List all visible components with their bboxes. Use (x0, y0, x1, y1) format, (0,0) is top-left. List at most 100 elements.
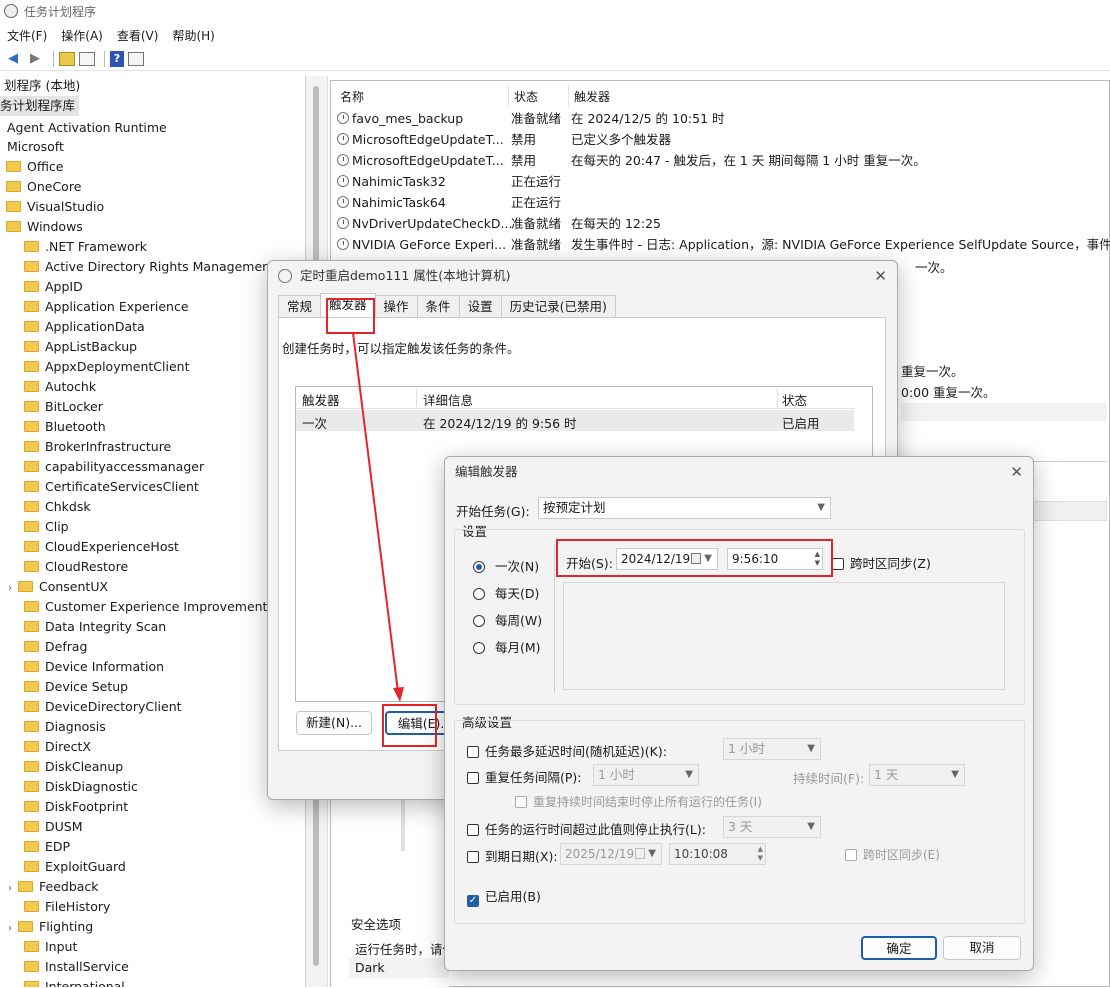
tree-folder[interactable]: FileHistory (24, 897, 110, 917)
status-column-header[interactable]: 状态 (782, 390, 807, 409)
tree-folder[interactable]: DiskFootprint (24, 797, 128, 817)
tree-folder[interactable]: BitLocker (24, 397, 103, 417)
new-trigger-button[interactable]: 新建(N)... (296, 711, 372, 735)
column-status-header[interactable]: 状态 (514, 87, 538, 107)
tree-folder[interactable]: DUSM (24, 817, 83, 837)
radio-once[interactable]: 一次(N) (473, 556, 539, 575)
enabled-checkbox[interactable]: ✓ 已启用(B) (467, 886, 541, 907)
delay-checkbox[interactable]: 任务最多延迟时间(随机延迟)(K): (467, 741, 667, 760)
menu-view[interactable]: 查看(V) (110, 27, 166, 44)
close-icon[interactable]: ✕ (1010, 463, 1023, 481)
expire-checkbox[interactable]: 到期日期(X): (467, 846, 558, 865)
tab-history[interactable]: 历史记录(已禁用) (500, 295, 616, 317)
tree-folder[interactable]: AppxDeploymentClient (24, 357, 189, 377)
tree-folder[interactable]: Bluetooth (24, 417, 106, 437)
stop-all-checkbox[interactable]: 重复持续时间结束时停止所有运行的任务(I) (515, 793, 762, 810)
spinner-icon[interactable]: ▲ ▼ (758, 845, 763, 863)
tree-folder[interactable]: Device Information (24, 657, 164, 677)
chevron-right-icon[interactable]: › (8, 919, 18, 939)
task-row[interactable]: NvDriverUpdateCheckD... 准备就绪 在每天的 12:25 (337, 213, 1107, 234)
tree-folder[interactable]: Diagnosis (24, 717, 106, 737)
tree-folder[interactable]: Application Experience (24, 297, 189, 317)
menu-action[interactable]: 操作(A) (54, 27, 110, 44)
chevron-right-icon[interactable]: › (8, 579, 18, 599)
detail-column-header[interactable]: 详细信息 (423, 390, 473, 409)
expire-time-input[interactable]: 10:10:08 ▲ ▼ (669, 843, 766, 865)
tree-folder[interactable]: Data Integrity Scan (24, 617, 166, 637)
tab-general[interactable]: 常规 (278, 295, 322, 317)
start-task-select[interactable]: 按预定计划 ▼ (538, 497, 831, 519)
stop-if-checkbox[interactable]: 任务的运行时间超过此值则停止执行(L): (467, 819, 706, 838)
tree-folder[interactable]: AppListBackup (24, 337, 137, 357)
tree-folder[interactable]: Input (24, 937, 77, 957)
chevron-right-icon[interactable]: › (8, 879, 18, 899)
tree-folder[interactable]: EDP (24, 837, 70, 857)
close-icon[interactable]: ✕ (874, 267, 887, 285)
radio-weekly[interactable]: 每周(W) (473, 610, 542, 629)
tree-folder[interactable]: DiskDiagnostic (24, 777, 138, 797)
tree-folder[interactable]: BrokerInfrastructure (24, 437, 171, 457)
help-icon[interactable]: ? (110, 50, 124, 67)
tree-item[interactable]: Agent Activation Runtime (7, 118, 167, 138)
tree-folder[interactable]: Defrag (24, 637, 87, 657)
tree-folder[interactable]: VisualStudio (6, 197, 104, 217)
tree-folder[interactable]: CloudRestore (24, 557, 128, 577)
tree-folder[interactable]: AppID (24, 277, 83, 297)
task-row[interactable]: NahimicTask32 正在运行 (337, 171, 1107, 192)
radio-monthly[interactable]: 每月(M) (473, 637, 541, 656)
column-name-header[interactable]: 名称 (340, 87, 364, 107)
tree-folder[interactable]: CertificateServicesClient (24, 477, 199, 497)
show-hide-tree-icon[interactable] (79, 51, 95, 66)
repeat-interval-select[interactable]: 1 小时 ▼ (593, 764, 699, 786)
tree-folder[interactable]: › Feedback (8, 877, 99, 897)
up-folder-icon[interactable] (59, 51, 75, 66)
tree-folder[interactable]: .NET Framework (24, 237, 147, 257)
tree-folder[interactable]: › Flighting (8, 917, 93, 937)
trigger-column-header[interactable]: 触发器 (302, 390, 340, 409)
tree-folder[interactable]: OneCore (6, 177, 81, 197)
tree-folder[interactable]: DeviceDirectoryClient (24, 697, 182, 717)
tree-folder[interactable]: Autochk (24, 377, 96, 397)
tree-folder[interactable]: ApplicationData (24, 317, 145, 337)
sync-timezone-checkbox[interactable]: 跨时区同步(Z) (832, 553, 931, 572)
radio-daily[interactable]: 每天(D) (473, 583, 539, 602)
tree-folder[interactable]: InstallService (24, 957, 129, 977)
tree-item[interactable]: Microsoft (7, 137, 64, 157)
duration-select[interactable]: 1 天 ▼ (869, 764, 965, 786)
repeat-checkbox[interactable]: 重复任务间隔(P): (467, 767, 582, 786)
back-icon[interactable]: ◀ (4, 50, 22, 68)
ok-button[interactable]: 确定 (861, 936, 937, 960)
task-row[interactable]: NVIDIA GeForce Experi... 准备就绪 发生事件时 - 日志: … (337, 234, 1110, 255)
tab-actions[interactable]: 操作 (374, 295, 418, 317)
tree-folder[interactable]: Customer Experience Improvement Pro (24, 597, 291, 617)
tree-folder[interactable]: capabilityaccessmanager (24, 457, 204, 477)
tree-folder[interactable]: › ConsentUX (8, 577, 108, 597)
task-row[interactable]: MicrosoftEdgeUpdateT... 禁用 在每天的 20:47 - 触发… (337, 150, 1107, 171)
tab-settings[interactable]: 设置 (458, 295, 502, 317)
task-row[interactable]: NahimicTask64 正在运行 (337, 192, 1107, 213)
tree-folder[interactable]: DirectX (24, 737, 91, 757)
forward-icon[interactable]: ▶ (26, 50, 44, 68)
tree-folder[interactable]: DiskCleanup (24, 757, 123, 777)
tree-folder[interactable]: International (24, 977, 125, 987)
column-trigger-header[interactable]: 触发器 (574, 87, 610, 107)
tree-folder[interactable]: Device Setup (24, 677, 128, 697)
tree-folder[interactable]: Active Directory Rights Management S (24, 257, 287, 277)
task-row[interactable]: favo_mes_backup 准备就绪在 2024/12/5 的 10:51 时 (337, 108, 1107, 129)
tree-library[interactable]: 务计划程序库 (0, 96, 80, 116)
expire-sync-checkbox[interactable]: 跨时区同步(E) (845, 846, 940, 863)
trigger-row[interactable]: 一次 在 2024/12/19 的 9:56 时 已启用 (296, 410, 854, 431)
tree-folder[interactable]: Clip (24, 517, 69, 537)
tab-conditions[interactable]: 条件 (416, 295, 460, 317)
tree-folder[interactable]: ExploitGuard (24, 857, 126, 877)
task-row[interactable]: MicrosoftEdgeUpdateT... 禁用 已定义多个触发器 (337, 129, 1107, 150)
tree-folder[interactable]: Chkdsk (24, 497, 91, 517)
tree-folder[interactable]: Office (6, 157, 64, 177)
tree-folder[interactable]: CloudExperienceHost (24, 537, 179, 557)
menu-help[interactable]: 帮助(H) (165, 27, 221, 44)
action-pane-icon[interactable] (128, 51, 144, 66)
tree-root[interactable]: 划程序 (本地) (4, 76, 80, 96)
menu-file[interactable]: 文件(F) (0, 27, 54, 44)
stop-if-select[interactable]: 3 天 ▼ (723, 816, 821, 838)
cancel-button[interactable]: 取消 (943, 936, 1021, 960)
